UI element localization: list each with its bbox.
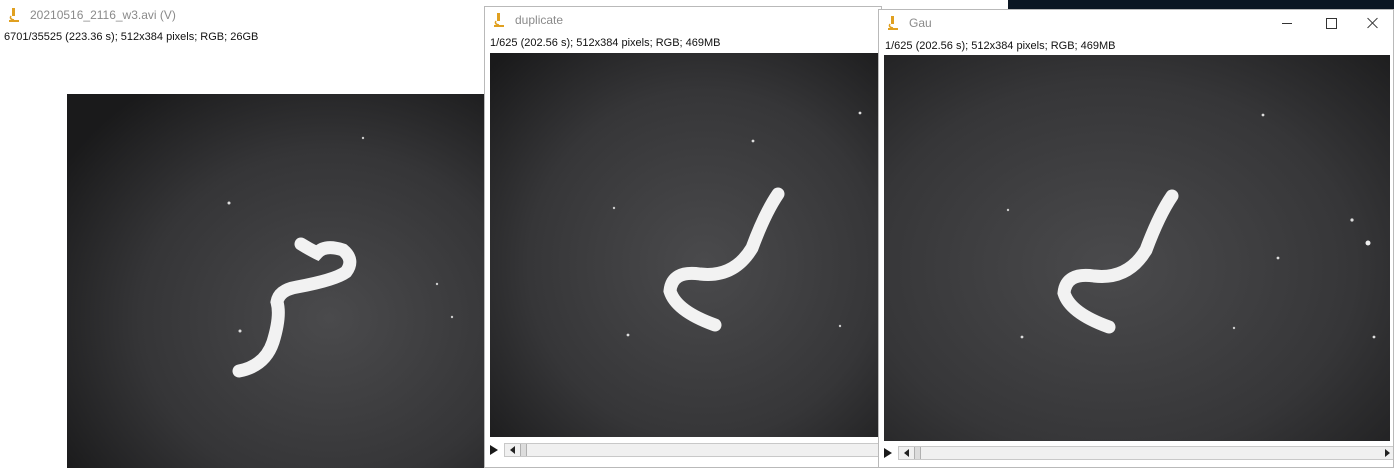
minimize-icon bbox=[1282, 22, 1292, 24]
frame-scrollbar[interactable] bbox=[504, 443, 881, 457]
stack-scroll[interactable] bbox=[485, 442, 881, 458]
scroll-left-icon[interactable] bbox=[505, 444, 519, 456]
scroll-left-icon[interactable] bbox=[899, 447, 913, 459]
minimize-button[interactable] bbox=[1265, 10, 1309, 36]
microscope-icon bbox=[888, 16, 898, 30]
image-canvas[interactable] bbox=[490, 53, 880, 437]
maximize-button[interactable] bbox=[1309, 10, 1353, 36]
window-title: 20210516_2116_w3.avi (V) bbox=[30, 8, 176, 22]
maximize-icon bbox=[1325, 17, 1337, 29]
close-icon bbox=[1367, 17, 1379, 29]
play-icon[interactable] bbox=[490, 445, 498, 455]
microscope-icon bbox=[9, 8, 19, 22]
window-video[interactable]: 20210516_2116_w3.avi (V) 6701/35525 (223… bbox=[0, 0, 490, 468]
window-title: Gau bbox=[909, 16, 932, 30]
worm-image bbox=[490, 53, 880, 437]
microscope-icon bbox=[494, 13, 504, 27]
image-canvas[interactable] bbox=[67, 94, 490, 468]
scroll-thumb[interactable] bbox=[914, 447, 921, 459]
scroll-right-icon[interactable] bbox=[1380, 447, 1393, 459]
titlebar[interactable]: duplicate bbox=[485, 7, 881, 33]
titlebar[interactable]: 20210516_2116_w3.avi (V) bbox=[0, 0, 490, 30]
frame-scrollbar[interactable] bbox=[898, 446, 1393, 460]
worm-image bbox=[67, 94, 490, 468]
image-info: 1/625 (202.56 s); 512x384 pixels; RGB; 4… bbox=[885, 40, 1116, 52]
stack-scroll[interactable] bbox=[879, 445, 1393, 461]
image-info: 1/625 (202.56 s); 512x384 pixels; RGB; 4… bbox=[490, 37, 721, 49]
window-gau[interactable]: Gau 1/625 (202.56 s); 512x384 pixels; RG… bbox=[878, 9, 1394, 468]
window-title: duplicate bbox=[515, 13, 564, 27]
image-info: 6701/35525 (223.36 s); 512x384 pixels; R… bbox=[4, 31, 259, 43]
worm-image bbox=[884, 55, 1390, 441]
scroll-thumb[interactable] bbox=[520, 444, 527, 456]
image-canvas[interactable] bbox=[884, 55, 1390, 441]
window-duplicate[interactable]: duplicate 1/625 (202.56 s); 512x384 pixe… bbox=[484, 6, 882, 468]
play-icon[interactable] bbox=[884, 448, 892, 458]
close-button[interactable] bbox=[1351, 10, 1393, 36]
